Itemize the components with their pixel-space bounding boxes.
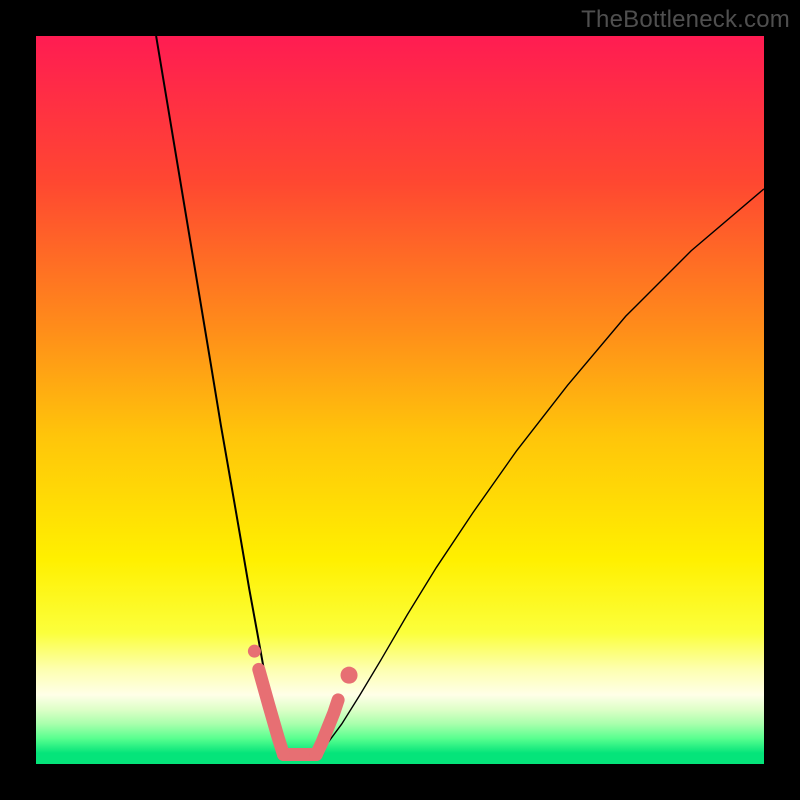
chart-plot-area xyxy=(36,36,764,764)
point-upper-left-dot xyxy=(248,645,261,658)
series-right-branch xyxy=(316,189,764,753)
series-left-branch xyxy=(156,36,294,753)
point-upper-right-dot xyxy=(341,667,358,684)
chart-curves-layer xyxy=(36,36,764,764)
series-valley-right-stub xyxy=(316,700,338,755)
watermark-text: TheBottleneck.com xyxy=(581,6,790,34)
series-valley-left-stub xyxy=(259,669,284,754)
chart-frame: TheBottleneck.com xyxy=(0,0,800,800)
